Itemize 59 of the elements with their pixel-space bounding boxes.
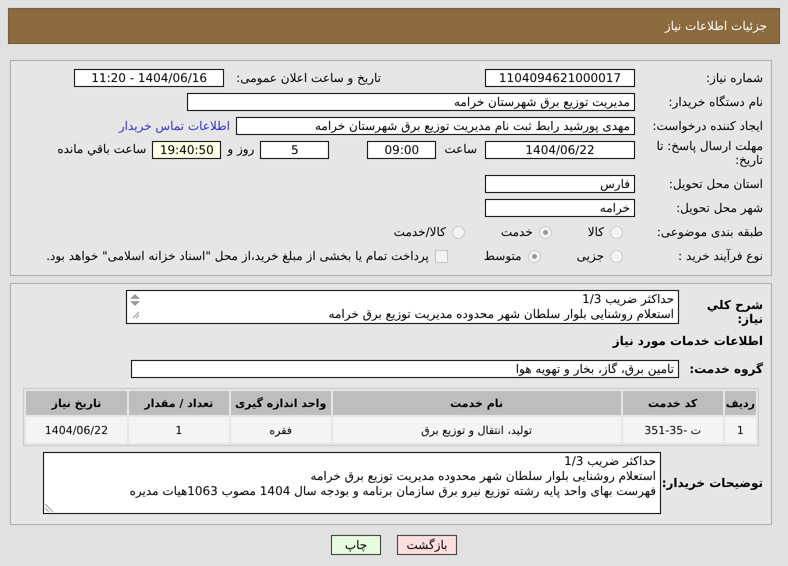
deadline-time-field: 09:00	[367, 141, 436, 159]
deadline-date-field: 1404/06/22	[485, 141, 635, 159]
column-header: ردیف	[724, 391, 756, 415]
table-cell: فقره	[230, 417, 331, 443]
notes-text-area[interactable]: حداکثر ضریب 1/3 استعلام روشنایی بلوار سلطان شهر محدوده مدیریت توزیع برق خرامه فهرست بهای واحد پایه رشته توزیع نیرو برق سازمان برنامه و بودجه سال 1404 مصوب 1063هیات مدیره	[43, 452, 661, 514]
service-group-field: تامین برق، گاز، بخار و تهویه هوا	[131, 360, 679, 378]
field-label: ساعت	[443, 142, 478, 156]
section-heading: اطلاعات خدمات مورد نیاز	[612, 334, 764, 348]
radio-button[interactable]	[610, 250, 623, 262]
field-label: استان محل تحویل:	[668, 177, 764, 191]
city-field: خرامه	[485, 199, 635, 217]
creator-field: مهدی پورشید رابط ثبت نام مدیریت توزیع برق شهرستان خرامه	[236, 117, 635, 135]
checkbox[interactable]	[434, 250, 448, 262]
field-label: مهلت ارسال پاسخ: تا تاریخ:	[655, 139, 764, 167]
need-number-field: 1104094621000017	[485, 69, 635, 87]
contact-link[interactable]: اطلاعات تماس خریدار	[118, 119, 230, 133]
column-header: واحد اندازه گیری	[230, 391, 331, 415]
field-label: روز و	[226, 142, 256, 156]
remaining-time-field: 19:40:50	[152, 141, 222, 159]
column-header: کد خدمت	[622, 391, 723, 415]
option-label: کالا/خدمت	[394, 225, 446, 239]
back-button[interactable]: بازگشت	[397, 535, 457, 555]
option-label: خدمت	[500, 225, 533, 239]
table-cell: 1	[724, 417, 756, 443]
province-field: فارس	[485, 175, 635, 193]
radio-button[interactable]	[452, 226, 465, 238]
option-label: متوسط	[484, 249, 522, 263]
field-label: ساعت باقي مانده	[56, 142, 148, 156]
radio-button[interactable]	[528, 250, 541, 262]
field-label: شماره نیاز:	[705, 71, 764, 85]
field-label: توضیحات خریدار:	[661, 476, 764, 490]
table-cell: 1	[128, 417, 229, 443]
column-header: نام خدمت	[332, 391, 621, 415]
column-header: تعداد / مقدار	[128, 391, 229, 415]
radio-button[interactable]	[610, 226, 623, 238]
option-label: جزیی	[576, 249, 604, 263]
table-cell: ت -35-351	[622, 417, 723, 443]
header-title: جزئیات اطلاعات نیاز	[664, 19, 767, 33]
announce-date-field: 1404/06/16 - 11:20	[74, 69, 224, 87]
resize-grip-icon[interactable]	[45, 504, 53, 512]
field-label: نام دستگاه خریدار:	[668, 95, 764, 109]
field-label: گروه خدمت:	[688, 362, 764, 376]
option-label: کالا	[588, 225, 604, 239]
radio-button[interactable]	[538, 226, 552, 238]
table-cell: 1404/06/22	[26, 417, 127, 443]
summary-text-area[interactable]: حداکثر ضریب 1/3 استعلام روشنایی بلوار سلطان شهر محدوده مدیریت توزیع برق خرامه	[126, 290, 679, 324]
field-label: ایجاد کننده درخواست:	[651, 119, 764, 133]
field-label: نوع فرآیند خرید :	[677, 249, 764, 263]
buyer-field: مدیریت توزیع برق شهرستان خرامه	[187, 93, 635, 111]
payment-note: پرداخت تمام یا بخشی از مبلغ خرید،از محل "اسناد خزانه اسلامی" خواهد بود.	[46, 249, 429, 263]
field-label: تاریخ و ساعت اعلان عمومی:	[235, 71, 382, 85]
print-button[interactable]: چاپ	[331, 535, 381, 555]
table-cell: تولید، انتقال و توزیع برق	[332, 417, 621, 443]
field-label: شرح کلي نیاز:	[706, 298, 764, 326]
scroll-arrows-icon[interactable]	[129, 292, 141, 320]
days-field: 5	[260, 141, 330, 159]
column-header: تاریخ نیاز	[26, 391, 127, 415]
field-label: شهر محل تحویل:	[675, 201, 764, 215]
field-label: طبقه بندی موضوعی:	[656, 225, 764, 239]
